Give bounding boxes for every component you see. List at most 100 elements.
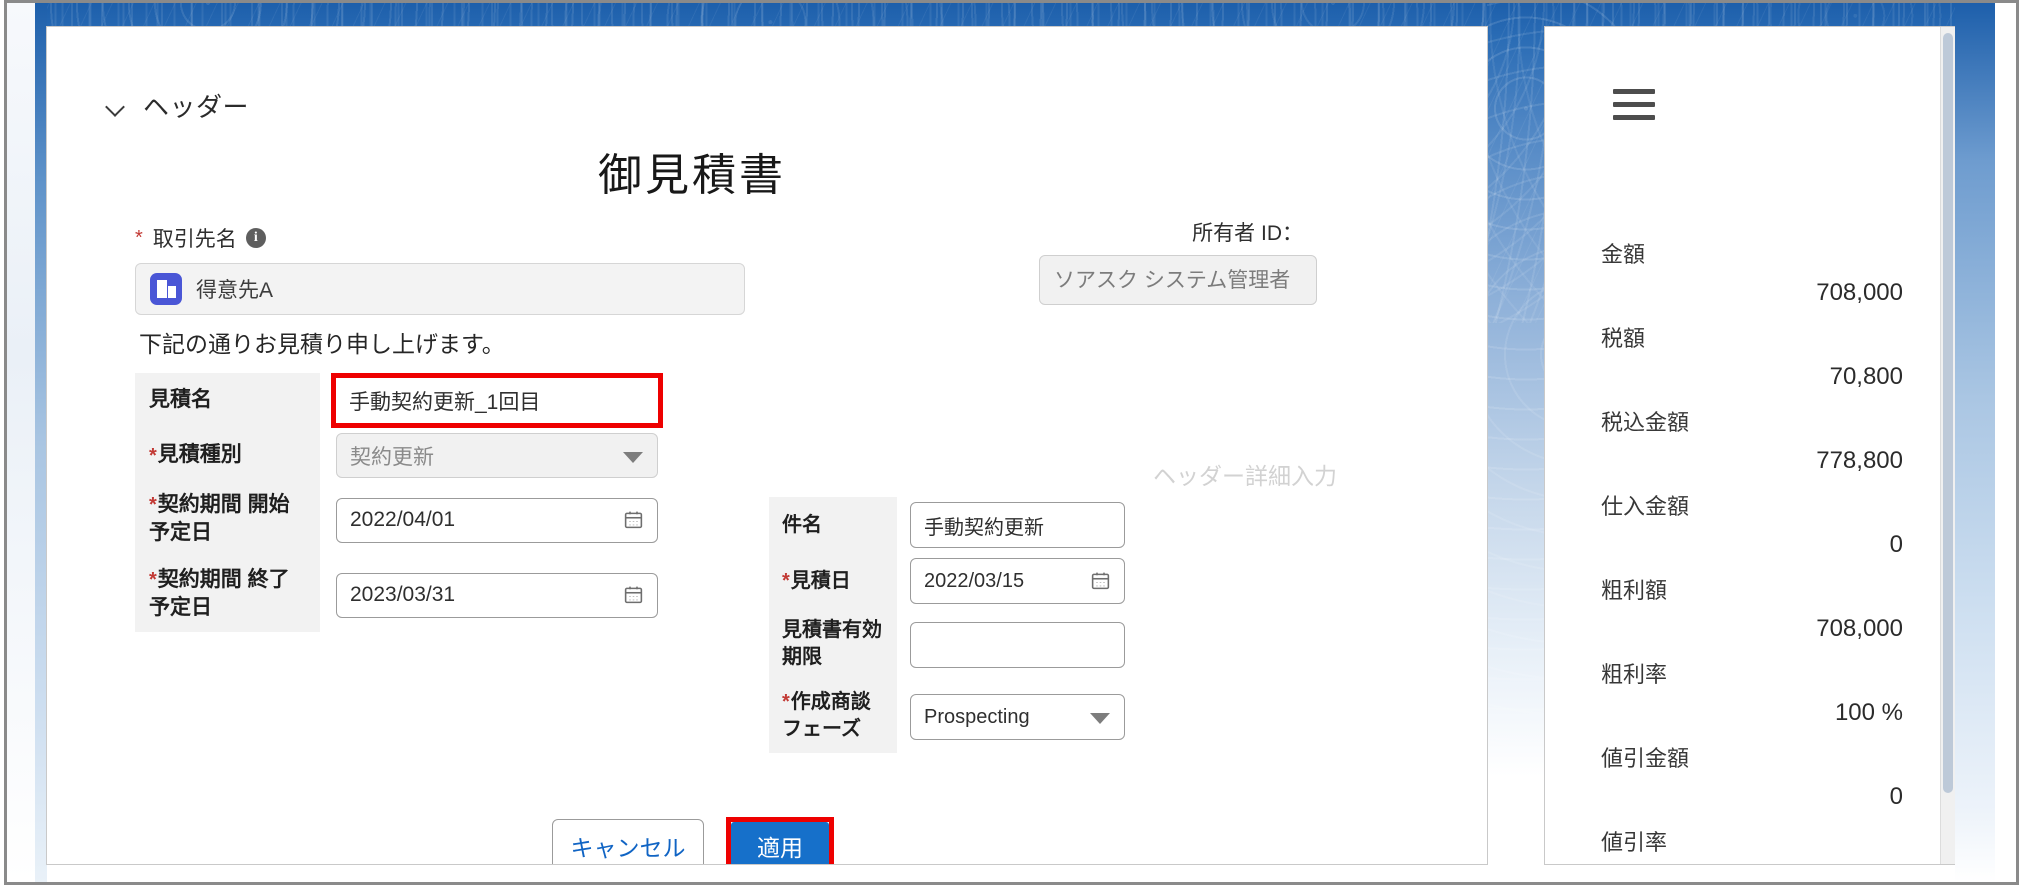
label-text: 見積名	[149, 388, 212, 412]
field-row-contract-start: *契約期間 開始予定日 2022/04/01	[135, 483, 705, 558]
header-detail-title: ヘッダー詳細入力	[1153, 463, 1337, 489]
label-text: 見積日	[790, 569, 851, 592]
field-row-quote-name: 見積名 手動契約更新_1回目	[135, 373, 705, 428]
field-control-quote-date: 2022/03/15	[897, 553, 1139, 609]
panel-scrollbar[interactable]	[1940, 27, 1955, 864]
quote-type-select[interactable]: 契約更新	[336, 433, 658, 478]
field-label-opportunity-stage: *作成商談フェーズ	[769, 681, 897, 753]
total-label: 税額	[1601, 326, 1646, 351]
field-row-opportunity-stage: *作成商談フェーズ Prospecting	[769, 681, 1139, 753]
page-title: 御見積書	[598, 151, 786, 200]
total-item-purchase-amount: 仕入金額 0	[1545, 489, 1955, 559]
total-label: 仕入金額	[1601, 494, 1690, 519]
label-text: 見積書有効期限	[782, 619, 882, 668]
right-edge-white	[1995, 3, 2016, 882]
total-value: 708,000	[1816, 615, 1903, 642]
label-text: 見積種別	[157, 443, 242, 467]
total-label: 金額	[1601, 242, 1646, 267]
field-control-contract-end: 2023/03/31	[320, 558, 705, 633]
left-rail	[35, 3, 47, 882]
apply-button[interactable]: 適用	[731, 822, 829, 864]
totals-panel: 金額 708,000 税額 70,800 税込金額 778,800 仕入金額 0…	[1545, 27, 1955, 864]
header-detail-table: 件名 手動契約更新 * 見積日 2022/03/15 見積書有効期限 *作成商談…	[769, 497, 1139, 753]
opportunity-stage-select[interactable]: Prospecting	[910, 694, 1125, 740]
calendar-icon[interactable]	[623, 509, 644, 530]
right-edge-strip	[1955, 3, 1995, 882]
hamburger-menu-icon[interactable]	[1613, 89, 1655, 121]
field-control-contract-start: 2022/04/01	[320, 483, 705, 558]
total-value: 100 %	[1834, 699, 1903, 726]
quote-valid-until-input[interactable]	[910, 622, 1125, 668]
label-text: 契約期間 開始予定日	[149, 493, 290, 545]
total-label: 値引率	[1601, 830, 1668, 855]
field-label-quote-date: * 見積日	[769, 553, 897, 609]
required-indicator: *	[149, 568, 157, 591]
total-value: 0	[1889, 531, 1903, 558]
quote-name-input[interactable]: 手動契約更新_1回目	[331, 373, 663, 428]
totals-list: 金額 708,000 税額 70,800 税込金額 778,800 仕入金額 0…	[1545, 237, 1955, 864]
required-indicator: *	[782, 570, 790, 592]
header-section-toggle[interactable]: ヘッダー	[105, 87, 249, 124]
quote-name-value: 手動契約更新_1回目	[349, 390, 541, 414]
contract-start-date-value: 2022/04/01	[350, 508, 456, 532]
total-item-amount: 金額 708,000	[1545, 237, 1955, 307]
field-label-quote-valid-until: 見積書有効期限	[769, 609, 897, 681]
field-control-subject: 手動契約更新	[897, 497, 1139, 553]
field-row-contract-end: *契約期間 終了予定日 2023/03/31	[135, 557, 705, 633]
account-field-group: * 取引先名 i 得意先A	[135, 223, 775, 315]
contract-start-date-input[interactable]: 2022/04/01	[336, 497, 658, 543]
field-label-contract-start: *契約期間 開始予定日	[135, 483, 320, 558]
total-item-discount-amount: 値引金額 0	[1545, 741, 1955, 811]
account-value: 得意先A	[196, 279, 274, 302]
label-text: 契約期間 終了予定日	[149, 567, 290, 620]
header-section-label: ヘッダー	[143, 92, 250, 122]
calendar-icon[interactable]	[1090, 570, 1111, 591]
chevron-down-icon	[623, 451, 643, 463]
opportunity-stage-value: Prospecting	[924, 705, 1030, 728]
total-label: 粗利額	[1601, 578, 1668, 603]
field-row-quote-type: * 見積種別 契約更新	[135, 428, 705, 483]
total-item-tax: 税額 70,800	[1545, 321, 1955, 391]
apply-button-highlight: 適用	[726, 817, 834, 864]
info-icon[interactable]: i	[245, 228, 266, 248]
required-indicator: *	[149, 444, 157, 467]
account-input[interactable]: 得意先A	[135, 263, 745, 315]
contract-end-date-value: 2023/03/31	[350, 583, 456, 607]
total-item-discount-rate: 値引率	[1545, 825, 1955, 857]
field-control-opportunity-stage: Prospecting	[897, 681, 1139, 753]
owner-value-field: ソアスク システム管理者	[1039, 255, 1317, 305]
total-item-gross-margin-rate: 粗利率 100 %	[1545, 657, 1955, 727]
owner-label: 所有者 ID：	[1192, 222, 1303, 245]
subject-input[interactable]: 手動契約更新	[910, 502, 1125, 548]
field-row-quote-valid-until: 見積書有効期限	[769, 609, 1139, 681]
intro-sentence: 下記の通りお見積り申し上げます。	[139, 331, 505, 357]
quote-header-panel: ヘッダー 御見積書 * 取引先名 i 得意先A 所有者 ID： ソアスク システ…	[47, 27, 1487, 864]
total-label: 値引金額	[1601, 746, 1690, 771]
owner-field-group: 所有者 ID： ソアスク システム管理者	[807, 217, 1317, 310]
field-control-quote-valid-until	[897, 609, 1139, 681]
chevron-down-icon	[1090, 713, 1110, 724]
field-label-quote-type: * 見積種別	[135, 428, 320, 483]
total-item-amount-with-tax: 税込金額 778,800	[1545, 405, 1955, 475]
total-value: 708,000	[1816, 279, 1903, 306]
contract-end-date-input[interactable]: 2023/03/31	[336, 572, 658, 618]
total-label: 粗利率	[1601, 662, 1668, 687]
total-value: 778,800	[1816, 447, 1903, 474]
quote-type-value: 契約更新	[350, 445, 434, 469]
total-value: 0	[1889, 783, 1903, 810]
quote-date-input[interactable]: 2022/03/15	[910, 558, 1125, 604]
quote-date-value: 2022/03/15	[924, 569, 1025, 592]
scrollbar-thumb[interactable]	[1943, 33, 1953, 793]
calendar-icon[interactable]	[623, 584, 644, 605]
account-field-label: * 取引先名 i	[135, 223, 775, 253]
footer-button-row: キャンセル 適用	[47, 817, 1339, 864]
field-label-contract-end: *契約期間 終了予定日	[135, 557, 320, 633]
cancel-button[interactable]: キャンセル	[552, 819, 704, 864]
total-value: 70,800	[1829, 363, 1903, 390]
total-label: 税込金額	[1601, 410, 1690, 435]
window-frame: ヘッダー 御見積書 * 取引先名 i 得意先A 所有者 ID： ソアスク システ…	[4, 0, 2019, 885]
required-indicator: *	[149, 494, 157, 516]
left-gutter	[7, 3, 35, 882]
label-text: 作成商談フェーズ	[782, 691, 871, 740]
label-text: 件名	[782, 513, 822, 536]
